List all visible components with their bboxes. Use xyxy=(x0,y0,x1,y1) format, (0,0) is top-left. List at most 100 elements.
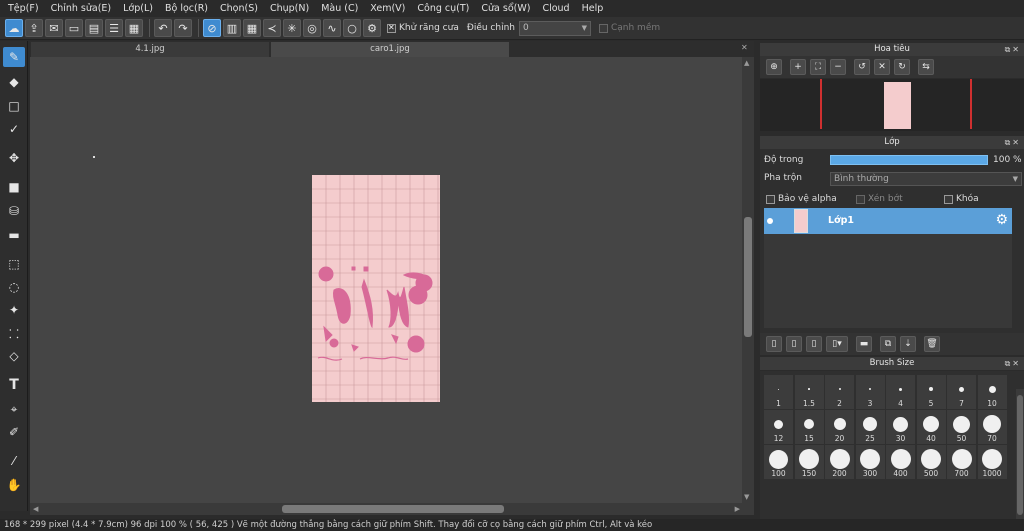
close-icon[interactable]: ✕ xyxy=(1012,138,1021,147)
brush-size-200[interactable]: 200 xyxy=(825,445,854,479)
color-picker-icon[interactable]: ⁄ xyxy=(3,451,25,471)
protect-alpha-box[interactable] xyxy=(766,194,775,204)
flip-icon[interactable]: ⇆ xyxy=(918,59,934,75)
opacity-slider[interactable] xyxy=(830,155,988,165)
eraser-tool-icon[interactable]: ◆ xyxy=(3,72,25,92)
rect-select-icon[interactable]: ⬚ xyxy=(3,254,25,274)
brush-size-30[interactable]: 30 xyxy=(886,410,915,444)
duplicate-layer-icon[interactable]: ⧉ xyxy=(880,336,896,352)
menu-filter[interactable]: Bộ lọc(R) xyxy=(159,0,214,17)
vertical-scroll-thumb[interactable] xyxy=(744,217,752,337)
menu-view[interactable]: Xem(V) xyxy=(364,0,411,17)
brush-size-20[interactable]: 20 xyxy=(825,410,854,444)
brush-size-10[interactable]: 10 xyxy=(977,375,1007,409)
text-tool-icon[interactable]: T xyxy=(3,375,25,395)
add-layer-menu-icon[interactable]: ▯▾ xyxy=(826,336,848,352)
brush-size-15[interactable]: 15 xyxy=(794,410,824,444)
brush-size-7[interactable]: 7 xyxy=(947,375,976,409)
protect-alpha-checkbox[interactable]: Bảo vệ alpha xyxy=(766,194,837,204)
brush-size-25[interactable]: 25 xyxy=(855,410,885,444)
brush-size-2[interactable]: 2 xyxy=(825,375,854,409)
close-icon[interactable]: ✕ xyxy=(1012,45,1021,54)
zoom-icon[interactable]: ⊕ xyxy=(766,59,782,75)
divide-tool-icon[interactable]: ⌖ xyxy=(3,399,25,419)
brush-size-3[interactable]: 3 xyxy=(855,375,885,409)
new-layer-8bit-icon[interactable]: ▯ xyxy=(786,336,802,352)
tab-4-1-jpg[interactable]: 4.1.jpg xyxy=(31,42,269,57)
canvas-horizontal-scrollbar[interactable]: ◀ ▶ xyxy=(30,503,754,515)
menu-color[interactable]: Màu (C) xyxy=(315,0,364,17)
adjust-select[interactable]: 0 ▼ xyxy=(518,20,591,36)
concentric-snap-icon[interactable]: ◎ xyxy=(303,19,321,37)
lock-box[interactable] xyxy=(944,194,953,204)
bucket-fill-icon[interactable]: ⛁ xyxy=(3,201,25,221)
brush-size-400[interactable]: 400 xyxy=(886,445,915,479)
canvas-vertical-scrollbar[interactable]: ▲ ▼ xyxy=(742,57,754,503)
grid-snap-icon[interactable]: ▦ xyxy=(243,19,261,37)
close-icon[interactable]: ✕ xyxy=(741,43,748,52)
brush-size-300[interactable]: 300 xyxy=(855,445,885,479)
cloud-icon[interactable]: ☁ xyxy=(5,19,23,37)
antialias-checkbox[interactable]: Khử răng cưa xyxy=(387,23,459,33)
visibility-icon[interactable] xyxy=(767,218,773,224)
brush-scroll-thumb[interactable] xyxy=(1017,395,1023,515)
lasso-select-icon[interactable]: ◌ xyxy=(3,277,25,297)
delete-layer-icon[interactable]: 🗑 xyxy=(924,336,940,352)
rectangle-shape-icon[interactable]: □ xyxy=(3,96,25,116)
soft-edge-check-icon[interactable] xyxy=(598,23,608,33)
folder-icon[interactable]: ▬ xyxy=(856,336,872,352)
hand-tool-icon[interactable]: ✋ xyxy=(3,475,25,495)
menu-capture[interactable]: Chụp(N) xyxy=(264,0,315,17)
snap-settings-icon[interactable]: ⚙ xyxy=(363,19,381,37)
gear-icon[interactable]: ⚙ xyxy=(995,213,1008,227)
scroll-down-icon[interactable]: ▼ xyxy=(744,493,749,501)
zoom-out-icon[interactable]: − xyxy=(830,59,846,75)
brush-size-40[interactable]: 40 xyxy=(916,410,946,444)
menu-select[interactable]: Chọn(S) xyxy=(214,0,264,17)
menu-tools[interactable]: Công cụ(T) xyxy=(411,0,475,17)
new-layer-icon[interactable]: ▯ xyxy=(766,336,782,352)
rotate-right-icon[interactable]: ↻ xyxy=(894,59,910,75)
parallel-snap-icon[interactable]: ▥ xyxy=(223,19,241,37)
clipping-box[interactable] xyxy=(856,194,865,204)
zoom-in-icon[interactable]: + xyxy=(790,59,806,75)
menu-help[interactable]: Help xyxy=(576,0,610,17)
select-eraser-icon[interactable]: ◇ xyxy=(3,346,25,366)
tab-caro1-jpg[interactable]: caro1.jpg xyxy=(271,42,509,57)
horizontal-scroll-thumb[interactable] xyxy=(282,505,504,513)
blend-mode-select[interactable]: Bình thường ▼ xyxy=(830,172,1022,186)
close-icon[interactable]: ✕ xyxy=(1012,359,1021,368)
document-canvas[interactable] xyxy=(312,175,440,402)
brush-size-1-5[interactable]: 1.5 xyxy=(794,375,824,409)
fit-icon[interactable]: ⛶ xyxy=(810,59,826,75)
brush-size-50[interactable]: 50 xyxy=(947,410,976,444)
new-layer-1bit-icon[interactable]: ▯ xyxy=(806,336,822,352)
rotate-left-icon[interactable]: ↺ xyxy=(854,59,870,75)
circle-snap-icon[interactable]: ○ xyxy=(343,19,361,37)
fill-rectangle-icon[interactable]: ■ xyxy=(3,177,25,197)
no-snap-icon[interactable]: ⊘ xyxy=(203,19,221,37)
comment-icon[interactable]: ✉ xyxy=(45,19,63,37)
brush-tool-icon[interactable]: ✎ xyxy=(3,47,25,67)
chat-icon[interactable]: ▭ xyxy=(65,19,83,37)
eyedropper-tool-icon[interactable]: ✐ xyxy=(3,422,25,442)
scroll-up-icon[interactable]: ▲ xyxy=(744,59,749,67)
antialias-check-icon[interactable] xyxy=(387,23,396,33)
reset-view-icon[interactable]: ✕ xyxy=(874,59,890,75)
menu-window[interactable]: Cửa sổ(W) xyxy=(475,0,536,17)
pen-line-tool-icon[interactable]: ✓ xyxy=(3,119,25,139)
brush-size-12[interactable]: 12 xyxy=(764,410,793,444)
menu-edit[interactable]: Chỉnh sửa(E) xyxy=(45,0,118,17)
redo-icon[interactable]: ↷ xyxy=(174,19,192,37)
menu-layer[interactable]: Lớp(L) xyxy=(117,0,159,17)
brush-size-5[interactable]: 5 xyxy=(916,375,946,409)
scroll-left-icon[interactable]: ◀ xyxy=(33,505,38,513)
brush-size-500[interactable]: 500 xyxy=(916,445,946,479)
brush-size-1[interactable]: 1 xyxy=(764,375,793,409)
menu-cloud[interactable]: Cloud xyxy=(536,0,575,17)
curve-snap-icon[interactable]: ∿ xyxy=(323,19,341,37)
brush-size-100[interactable]: 100 xyxy=(764,445,793,479)
gradient-tool-icon[interactable]: ▬ xyxy=(3,225,25,245)
document-icon[interactable]: ▤ xyxy=(85,19,103,37)
brush-size-70[interactable]: 70 xyxy=(977,410,1007,444)
